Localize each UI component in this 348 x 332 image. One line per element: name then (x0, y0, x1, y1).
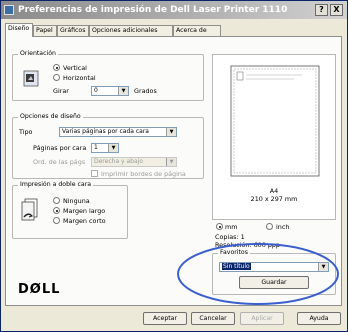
chevron-down-icon: ▼ (166, 158, 176, 166)
rotate-unit-label: Grados (134, 87, 157, 95)
pages-per-side-select[interactable]: 1 ▼ (91, 143, 119, 153)
page-orientation-icon (23, 70, 39, 87)
help-button[interactable]: Ayuda (297, 312, 341, 325)
page-preview: A4 210 x 297 mm (212, 54, 336, 220)
tab-extra-options[interactable]: Opciones adicionales (89, 25, 173, 36)
pages-per-side-label: Páginas por cara (33, 144, 87, 152)
rotate-select-value: 0 (94, 87, 98, 94)
duplex-group: Impresión a doble cara Ninguna Margen la… (12, 181, 128, 239)
printer-preferences-window: Preferencias de impresión de Dell Laser … (0, 0, 348, 332)
paper-size-text: A4 (269, 187, 279, 195)
unit-mm-label: mm (225, 223, 238, 231)
orientation-horizontal-radio[interactable] (53, 74, 60, 81)
orientation-vertical-radio[interactable] (53, 64, 60, 71)
tab-design[interactable]: Diseño (5, 23, 33, 37)
layout-type-select[interactable]: Varias páginas por cada cara ▼ (59, 127, 177, 137)
duplex-group-label: Impresión a doble cara (18, 181, 94, 188)
unit-inch-label: inch (276, 223, 290, 231)
dell-logo: DØLL (18, 282, 61, 297)
help-title-button[interactable]: ? (315, 4, 328, 16)
tab-about[interactable]: Acerca de (173, 25, 221, 36)
accept-button[interactable]: Aceptar (143, 312, 187, 325)
tab-graphics[interactable]: Gráficos (57, 25, 89, 36)
rotate-label: Girar (53, 87, 69, 95)
close-title-button[interactable]: X (330, 4, 343, 16)
apply-button[interactable]: Aplicar (240, 312, 284, 325)
chevron-down-icon: ▼ (108, 144, 118, 152)
page-order-select[interactable]: Derecha y abajo ▼ (91, 157, 177, 167)
paper-dimensions-text: 210 x 297 mm (250, 195, 298, 203)
layout-type-value: Varias páginas por cada cara (62, 128, 149, 135)
duplex-page-icon (21, 198, 38, 221)
printer-icon (4, 5, 14, 15)
rotate-select[interactable]: 0 ▼ (91, 86, 129, 96)
duplex-none-radio[interactable] (53, 197, 60, 204)
title-bar: Preferencias de impresión de Dell Laser … (1, 1, 347, 19)
page-preview-icon (230, 65, 320, 177)
cancel-button[interactable]: Cancelar (191, 312, 235, 325)
duplex-long-edge-label: Margen largo (63, 207, 106, 215)
page-order-label: Ord. de las págs (33, 158, 86, 166)
pages-per-side-value: 1 (94, 144, 98, 151)
layout-type-label: Tipo (19, 128, 33, 136)
unit-mm-radio[interactable] (216, 223, 223, 230)
window-title: Preferencias de impresión de Dell Laser … (18, 5, 288, 15)
print-borders-label: Imprimir bordes de página (101, 170, 186, 178)
design-tab-panel: Orientación Vertical Horizontal Girar 0 … (5, 36, 342, 306)
orientation-group-label: Orientación (18, 50, 58, 57)
duplex-short-edge-label: Margen corto (63, 217, 106, 225)
orientation-vertical-label: Vertical (63, 64, 87, 72)
tab-paper[interactable]: Papel (33, 25, 57, 36)
page-order-value: Derecha y abajo (94, 158, 143, 165)
chevron-down-icon: ▼ (118, 87, 128, 95)
chevron-down-icon: ▼ (166, 128, 176, 136)
duplex-none-label: Ninguna (63, 197, 90, 205)
layout-options-group: Opciones de diseño Tipo Varias páginas p… (12, 113, 204, 179)
layout-options-group-label: Opciones de diseño (18, 113, 83, 120)
duplex-long-edge-radio[interactable] (53, 207, 60, 214)
unit-inch-radio[interactable] (266, 223, 273, 230)
orientation-horizontal-label: Horizontal (63, 74, 96, 82)
annotation-circle (177, 243, 339, 305)
duplex-short-edge-radio[interactable] (53, 217, 60, 224)
orientation-group: Orientación Vertical Horizontal Girar 0 … (12, 50, 204, 101)
print-borders-checkbox[interactable] (91, 170, 98, 177)
